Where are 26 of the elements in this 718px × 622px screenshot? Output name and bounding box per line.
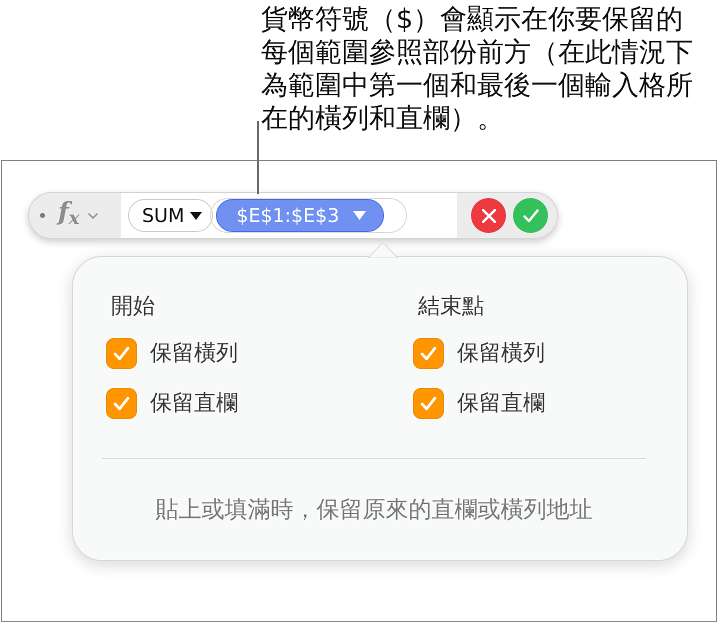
section-heading: 結束點 [418,295,484,319]
chevron-down-icon [88,212,98,218]
checkmark-icon [113,396,130,411]
function-token[interactable]: SUM [128,199,214,232]
checkbox[interactable] [413,338,444,369]
confirm-button[interactable] [513,198,548,233]
checkbox-option[interactable]: 保留直欄 [413,388,545,419]
checkbox[interactable] [106,338,137,369]
checkmark-icon [420,396,437,411]
cancel-button[interactable] [471,198,506,233]
callout-text: 貨幣符號（$）會顯示在你要保留的每個範圍參照部份前方（在此情況下為範圍中第一個和最後一個輸入格所在的橫列和直欄）。 [261,3,694,135]
checkmark-icon [420,346,437,361]
close-icon [482,208,496,222]
dot-icon [40,213,45,218]
checkbox-option[interactable]: 保留橫列 [413,338,545,369]
checkmark-icon [522,208,538,222]
formula-field[interactable]: SUM $E$1:$E$3 [121,193,457,238]
triangle-down-icon [190,212,202,220]
checkbox[interactable] [106,388,137,419]
footer-text: 貼上或填滿時，保留原來的直欄或橫列地址 [156,497,592,523]
triangle-down-icon [353,211,366,220]
section-heading: 開始 [111,295,155,319]
checkbox-option[interactable]: 保留直欄 [106,388,238,419]
checkmark-icon [113,346,130,361]
checkbox[interactable] [413,388,444,419]
checkbox-option[interactable]: 保留橫列 [106,338,238,369]
